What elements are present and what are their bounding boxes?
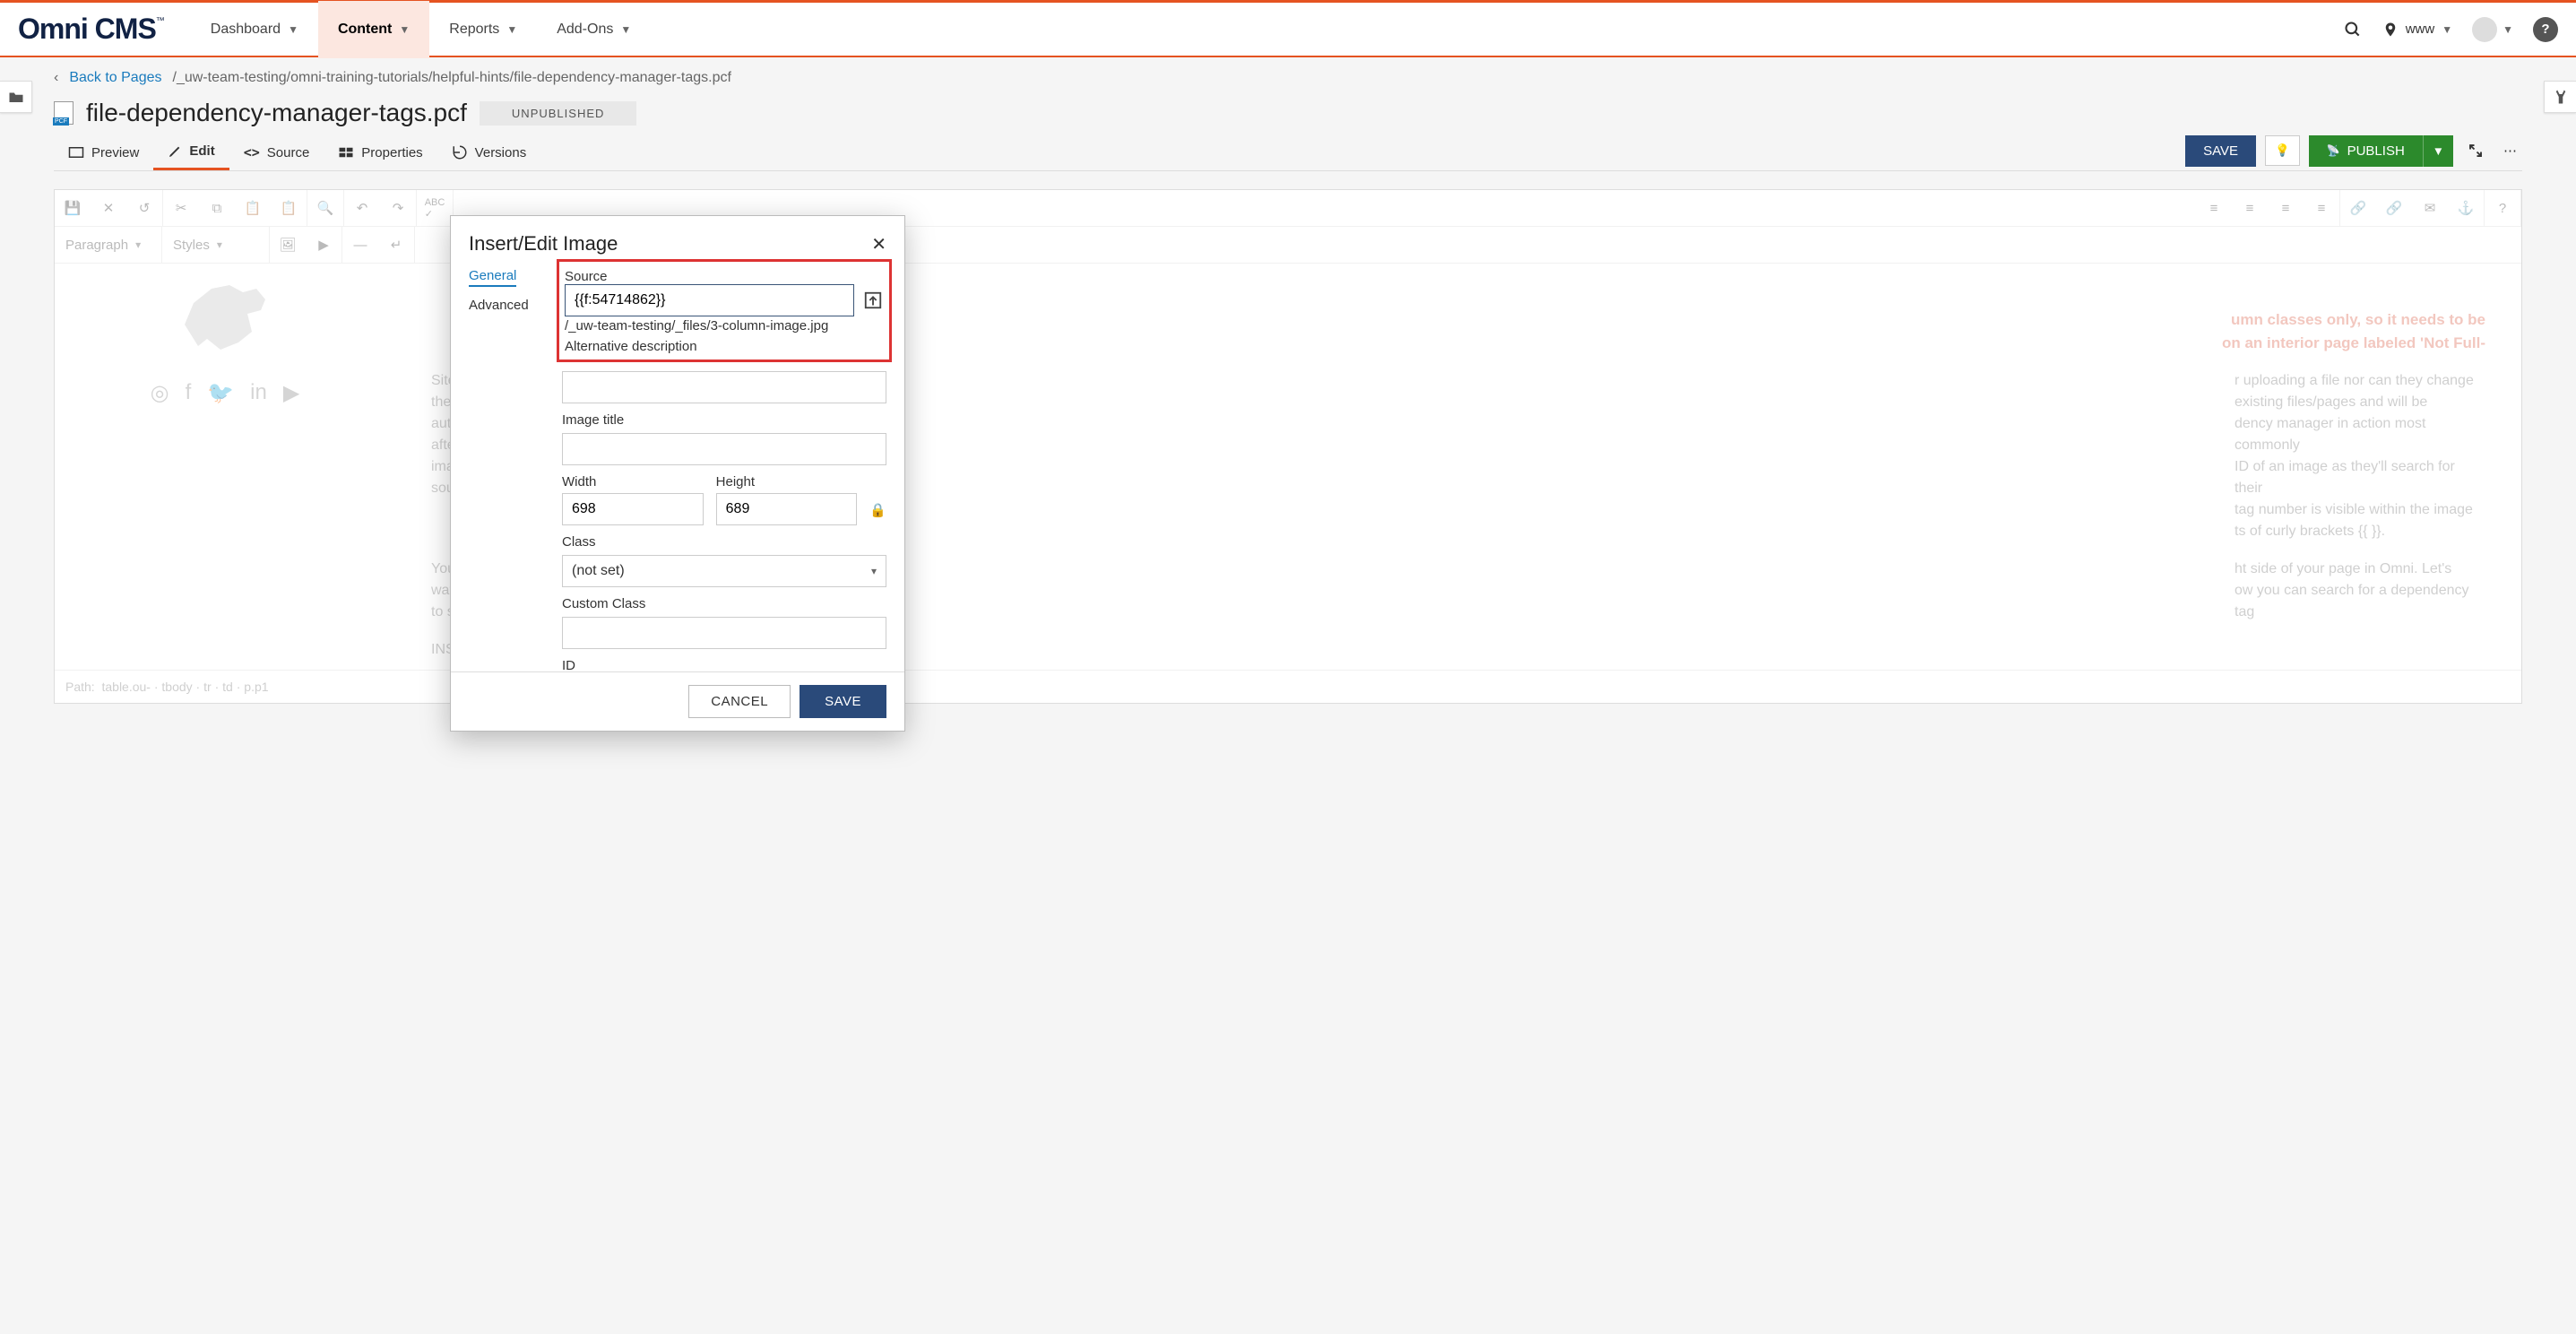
- cut-icon[interactable]: ✂: [163, 190, 199, 226]
- tab-preview[interactable]: Preview: [54, 136, 153, 169]
- fullscreen-icon[interactable]: [2462, 137, 2489, 164]
- paste-icon[interactable]: 📋: [235, 190, 271, 226]
- custom-class-label: Custom Class: [562, 596, 886, 611]
- help-toolbar-icon[interactable]: ?: [2485, 190, 2520, 226]
- close-icon[interactable]: ✕: [91, 190, 126, 226]
- breadcrumb-path: /_uw-team-testing/omni-training-tutorial…: [173, 70, 731, 86]
- site-selector[interactable]: www ▼: [2382, 20, 2452, 39]
- publish-button[interactable]: 📡PUBLISH: [2309, 135, 2423, 167]
- alt-input[interactable]: [562, 371, 886, 403]
- tab-versions[interactable]: Versions: [437, 135, 541, 169]
- image-title-label: Image title: [562, 412, 886, 428]
- chevron-down-icon: ▼: [288, 23, 298, 36]
- browse-file-icon[interactable]: [863, 290, 884, 310]
- nav-addons[interactable]: Add-Ons▼: [537, 1, 651, 58]
- modal-tab-advanced[interactable]: Advanced: [469, 298, 540, 313]
- source-label: Source: [565, 269, 884, 284]
- gadget-sidebar-toggle[interactable]: [2544, 81, 2576, 113]
- class-select[interactable]: (not set)▾: [562, 555, 886, 587]
- restore-icon[interactable]: ↺: [126, 190, 162, 226]
- align-center-icon[interactable]: ≡: [2232, 190, 2268, 226]
- instagram-icon: ◎: [151, 380, 169, 406]
- source-highlight-box: Source /_uw-team-testing/_files/3-column…: [557, 259, 892, 362]
- hr-icon[interactable]: —: [342, 227, 378, 263]
- id-label: ID: [562, 658, 886, 671]
- back-chevron-icon[interactable]: ‹: [54, 70, 58, 86]
- width-label: Width: [562, 474, 704, 489]
- alt-label: Alternative description: [565, 339, 884, 354]
- format-styles-select[interactable]: Styles▾: [162, 227, 270, 263]
- publish-status-badge: UNPUBLISHED: [480, 101, 636, 126]
- nav-reports[interactable]: Reports▼: [429, 1, 537, 58]
- folder-sidebar-toggle[interactable]: [0, 81, 32, 113]
- tab-properties[interactable]: Properties: [324, 136, 437, 169]
- lightbulb-button[interactable]: 💡: [2265, 135, 2300, 166]
- format-paragraph-select[interactable]: Paragraph▾: [55, 227, 162, 263]
- tab-edit[interactable]: Edit: [153, 134, 229, 170]
- unlink-icon[interactable]: 🔗: [2376, 190, 2412, 226]
- nav-content[interactable]: Content▼: [318, 1, 429, 58]
- nav-dashboard[interactable]: Dashboard▼: [191, 1, 318, 58]
- mail-icon[interactable]: ✉: [2412, 190, 2448, 226]
- youtube-icon: ▶: [283, 380, 299, 406]
- twitter-icon: 🐦: [207, 380, 234, 406]
- avatar: [2472, 17, 2497, 42]
- file-pcf-icon: [54, 101, 73, 125]
- source-input[interactable]: [565, 284, 854, 316]
- image-icon[interactable]: 🖼: [270, 227, 306, 263]
- chevron-down-icon: ▼: [506, 23, 517, 36]
- chevron-down-icon: ▼: [399, 23, 410, 36]
- search-icon[interactable]: [2343, 20, 2363, 39]
- modal-title: Insert/Edit Image: [469, 232, 618, 256]
- align-justify-icon[interactable]: ≡: [2304, 190, 2339, 226]
- anchor-icon[interactable]: ⚓: [2448, 190, 2484, 226]
- align-left-icon[interactable]: ≡: [2196, 190, 2232, 226]
- modal-save-button[interactable]: SAVE: [800, 685, 886, 718]
- chevron-down-icon: ▼: [2442, 23, 2452, 36]
- height-label: Height: [716, 474, 858, 489]
- brand-logo: Omni CMS™: [18, 13, 164, 46]
- pin-icon: [2382, 20, 2399, 39]
- width-input[interactable]: [562, 493, 704, 525]
- chevron-down-icon: ▼: [2503, 23, 2513, 36]
- back-to-pages-link[interactable]: Back to Pages: [69, 70, 161, 86]
- logo-illustration: [180, 282, 270, 353]
- lock-aspect-icon[interactable]: 🔒: [869, 502, 886, 525]
- linkedin-icon: in: [250, 380, 267, 406]
- editor-path-bar: Path: table.ou- · tbody · tr · td · p.p1: [55, 670, 2521, 703]
- source-resolved-path: /_uw-team-testing/_files/3-column-image.…: [565, 318, 884, 334]
- more-icon[interactable]: ⋯: [2498, 137, 2522, 164]
- class-label: Class: [562, 534, 886, 550]
- page-title: file-dependency-manager-tags.pcf: [86, 99, 467, 127]
- image-title-input[interactable]: [562, 433, 886, 465]
- facebook-icon: f: [186, 380, 192, 406]
- modal-tab-general[interactable]: General: [469, 268, 516, 287]
- return-icon[interactable]: ↵: [378, 227, 414, 263]
- find-icon[interactable]: 🔍: [307, 190, 343, 226]
- publish-dropdown[interactable]: ▼: [2423, 135, 2453, 167]
- align-right-icon[interactable]: ≡: [2268, 190, 2304, 226]
- custom-class-input[interactable]: [562, 617, 886, 649]
- undo-icon[interactable]: ↶: [344, 190, 380, 226]
- link-icon[interactable]: 🔗: [2340, 190, 2376, 226]
- redo-icon[interactable]: ↷: [380, 190, 416, 226]
- tab-source[interactable]: <>Source: [229, 135, 324, 169]
- copy-icon[interactable]: ⧉: [199, 190, 235, 226]
- spellcheck-icon[interactable]: ABC✓: [417, 190, 453, 226]
- chevron-down-icon: ▼: [620, 23, 631, 36]
- cancel-button[interactable]: CANCEL: [688, 685, 791, 718]
- save-button[interactable]: SAVE: [2185, 135, 2256, 167]
- insert-edit-image-modal: Insert/Edit Image ✕ General Advanced Sou…: [450, 215, 905, 732]
- video-icon[interactable]: ▶: [306, 227, 341, 263]
- user-menu[interactable]: ▼: [2472, 17, 2513, 42]
- close-icon[interactable]: ✕: [871, 233, 886, 256]
- help-icon[interactable]: ?: [2533, 17, 2558, 42]
- paste-text-icon[interactable]: 📋: [271, 190, 307, 226]
- save-file-icon[interactable]: 💾: [55, 190, 91, 226]
- height-input[interactable]: [716, 493, 858, 525]
